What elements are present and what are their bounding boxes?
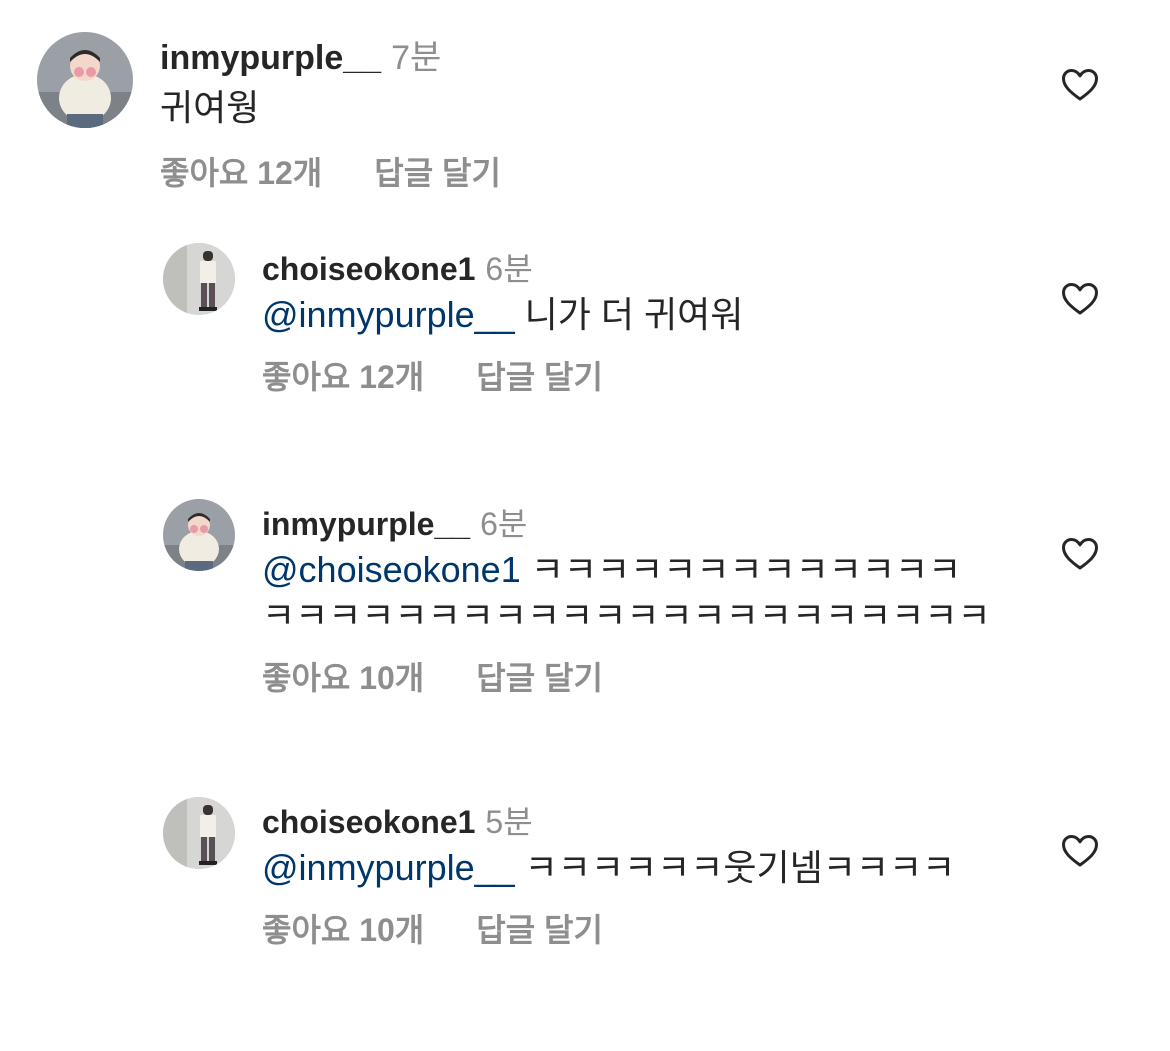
likes-count[interactable]: 좋아요 12개	[160, 148, 322, 194]
comment-text-content: ㅋㅋㅋㅋㅋㅋ웃기넴ㅋㅋㅋㅋ	[514, 847, 956, 888]
comment-header: choiseokone1 5분	[262, 797, 982, 840]
comment-actions: 좋아요 10개 답글 달기	[262, 905, 982, 951]
comment-body: choiseokone1 5분 @inmypurple__ ㅋㅋㅋㅋㅋㅋ웃기넴ㅋ…	[262, 797, 982, 951]
avatar[interactable]	[163, 797, 235, 869]
comment-header: choiseokone1 6분	[262, 244, 982, 287]
comment-body: choiseokone1 6분 @inmypurple__ 니가 더 귀여워 좋…	[262, 244, 982, 398]
username[interactable]: inmypurple__	[262, 506, 470, 543]
comment-text: @choiseokone1 ㅋㅋㅋㅋㅋㅋㅋㅋㅋㅋㅋㅋㅋㅋㅋㅋㅋㅋㅋㅋㅋㅋㅋㅋㅋㅋ…	[262, 547, 992, 639]
avatar[interactable]	[163, 499, 235, 571]
comment-actions: 좋아요 12개 답글 달기	[262, 352, 982, 398]
heart-outline-icon[interactable]	[1061, 68, 1099, 102]
comment-text: @inmypurple__ 니가 더 귀여워	[262, 292, 982, 338]
username[interactable]: choiseokone1	[262, 251, 475, 288]
comment-text-content: 니가 더 귀여워	[514, 294, 744, 335]
username[interactable]: choiseokone1	[262, 804, 475, 841]
comment-actions: 좋아요 12개 답글 달기	[160, 148, 501, 194]
timestamp: 6분	[485, 251, 533, 287]
heart-outline-icon[interactable]	[1061, 834, 1099, 868]
reply-button[interactable]: 답글 달기	[374, 148, 501, 194]
comment-text: 귀여웡	[160, 86, 501, 130]
mention-link[interactable]: @inmypurple__	[262, 847, 515, 888]
avatar[interactable]	[37, 32, 133, 128]
comment-body: inmypurple__ 6분 @choiseokone1 ㅋㅋㅋㅋㅋㅋㅋㅋㅋㅋ…	[262, 499, 992, 699]
avatar[interactable]	[163, 243, 235, 315]
comment-header: inmypurple__ 6분	[262, 499, 992, 542]
comment-text-content: 귀여웡	[160, 87, 260, 128]
mention-link[interactable]: @inmypurple__	[262, 294, 515, 335]
profile-photo-inmypurple	[163, 499, 235, 571]
comment-header: inmypurple__ 7분	[160, 30, 501, 77]
comment-actions: 좋아요 10개 답글 달기	[262, 653, 992, 699]
reply-button[interactable]: 답글 달기	[476, 905, 603, 951]
likes-count[interactable]: 좋아요 10개	[262, 653, 424, 699]
username[interactable]: inmypurple__	[160, 39, 381, 78]
likes-count[interactable]: 좋아요 12개	[262, 352, 424, 398]
timestamp: 5분	[485, 804, 533, 840]
timestamp: 6분	[480, 506, 528, 542]
profile-photo-choiseokone1	[163, 797, 235, 869]
reply-button[interactable]: 답글 달기	[476, 352, 603, 398]
heart-outline-icon[interactable]	[1061, 282, 1099, 316]
reply-button[interactable]: 답글 달기	[476, 653, 603, 699]
likes-count[interactable]: 좋아요 10개	[262, 905, 424, 951]
timestamp: 7분	[391, 39, 442, 77]
comment-body: inmypurple__ 7분 귀여웡 좋아요 12개 답글 달기	[160, 30, 501, 194]
profile-photo-choiseokone1	[163, 243, 235, 315]
comment-text: @inmypurple__ ㅋㅋㅋㅋㅋㅋ웃기넴ㅋㅋㅋㅋ	[262, 845, 982, 891]
profile-photo-inmypurple	[37, 32, 133, 128]
mention-link[interactable]: @choiseokone1	[262, 549, 521, 590]
heart-outline-icon[interactable]	[1061, 537, 1099, 571]
